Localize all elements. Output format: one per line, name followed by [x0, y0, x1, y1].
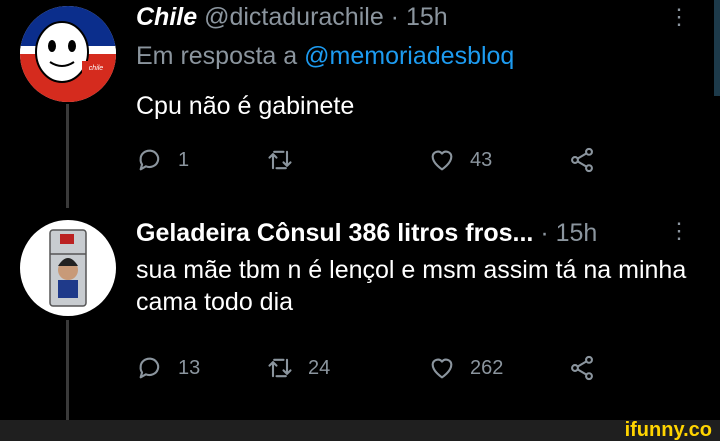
timestamp[interactable]: 15h — [406, 3, 448, 31]
tweet-1[interactable]: chile Chile @dictadurachile · 15h ⋮ Em r… — [0, 0, 720, 208]
separator: · — [540, 219, 549, 247]
thread-line — [66, 104, 69, 208]
retweet-icon — [268, 358, 292, 378]
like-button[interactable]: 43 — [428, 146, 492, 174]
thread-line — [66, 320, 69, 420]
reply-count: 1 — [178, 148, 190, 171]
tweet-actions: 1 43 — [136, 146, 606, 178]
reply-count: 13 — [178, 356, 201, 379]
reply-button[interactable]: 13 — [136, 354, 200, 382]
share-button[interactable] — [568, 354, 596, 382]
retweet-button[interactable] — [266, 146, 308, 174]
share-icon — [571, 355, 593, 381]
reply-label: Em resposta a — [136, 42, 298, 70]
watermark-bar: ifunny.co — [0, 420, 720, 441]
reply-button[interactable]: 1 — [136, 146, 189, 174]
more-icon[interactable]: ⋮ — [668, 6, 690, 28]
tweet-text: sua mãe tbm n é lençol e msm assim tá na… — [136, 256, 687, 316]
share-icon — [571, 147, 593, 173]
more-icon[interactable]: ⋮ — [668, 220, 690, 242]
reply-icon — [139, 357, 160, 379]
heart-icon — [431, 150, 453, 171]
svg-text:chile: chile — [89, 65, 104, 72]
reply-mention-link[interactable]: @memoriadesbloq — [304, 42, 514, 70]
like-button[interactable]: 262 — [428, 354, 503, 382]
retweet-button[interactable]: 24 — [266, 354, 330, 382]
tweet-header: Geladeira Cônsul 386 litros fros... · 15… — [136, 218, 597, 248]
separator: · — [390, 3, 399, 31]
retweet-count: 24 — [308, 356, 331, 379]
tweet-header: Chile @dictadurachile · 15h — [136, 2, 448, 32]
avatar[interactable] — [20, 220, 116, 316]
ifunny-watermark: ifunny.co — [624, 419, 712, 441]
display-name[interactable]: Geladeira Cônsul 386 litros fros... — [136, 219, 533, 247]
display-name[interactable]: Chile — [136, 3, 197, 31]
share-button[interactable] — [568, 146, 596, 174]
retweet-icon — [268, 150, 292, 170]
like-count: 262 — [470, 356, 504, 379]
tweet-actions: 13 24 262 — [136, 354, 606, 386]
heart-icon — [431, 358, 453, 379]
timestamp[interactable]: 15h — [556, 219, 598, 247]
tweet-2[interactable]: Geladeira Cônsul 386 litros fros... · 15… — [0, 208, 720, 420]
handle[interactable]: @dictadurachile — [204, 3, 384, 31]
tweet-text: Cpu não é gabinete — [136, 92, 355, 120]
avatar[interactable]: chile — [20, 6, 116, 102]
reply-icon — [139, 149, 160, 171]
like-count: 43 — [470, 148, 493, 171]
reply-context: Em resposta a @memoriadesbloq — [136, 42, 514, 71]
